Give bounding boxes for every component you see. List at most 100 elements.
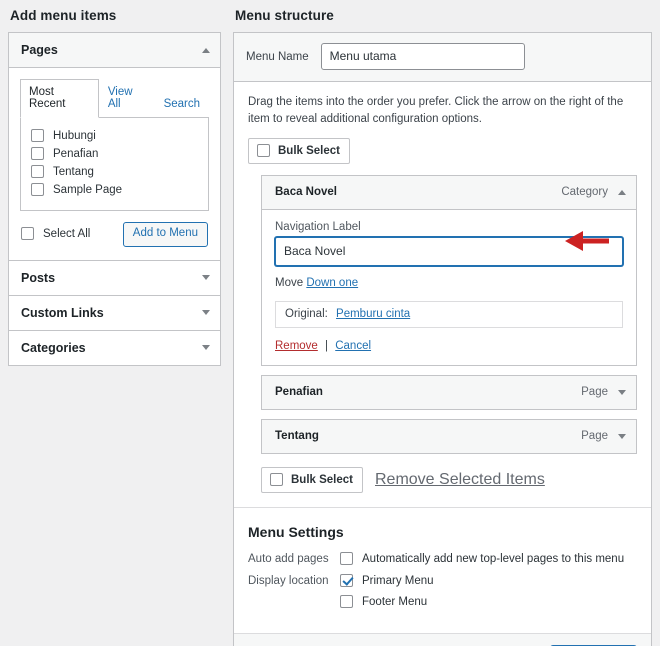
bulk-select-top[interactable]: Bulk Select: [248, 138, 350, 164]
menu-item-actions: Remove | Cancel: [275, 340, 623, 352]
remove-link[interactable]: Remove: [275, 340, 318, 352]
menu-name-row: Menu Name: [234, 33, 651, 82]
list-item[interactable]: Tentang: [31, 163, 198, 181]
page-label-sample-page: Sample Page: [53, 183, 123, 196]
categories-panel[interactable]: Categories: [8, 329, 221, 366]
add-to-menu-button[interactable]: Add to Menu: [122, 222, 208, 247]
menu-item-type: Page: [581, 386, 608, 398]
menu-item-title: Baca Novel: [275, 186, 338, 198]
bulk-actions-bottom: Bulk Select Remove Selected Items: [261, 467, 637, 507]
menu-item-meta: Page: [581, 430, 626, 442]
move-label: Move: [275, 277, 304, 289]
list-item[interactable]: Sample Page: [31, 181, 198, 199]
move-row: Move Down one: [275, 277, 623, 289]
chevron-down-icon[interactable]: [618, 389, 626, 395]
menu-item-header[interactable]: Baca Novel Category: [262, 176, 636, 210]
posts-panel-header[interactable]: Posts: [9, 260, 220, 295]
page-label-hubungi: Hubungi: [53, 129, 96, 142]
actions-separator: |: [325, 340, 329, 352]
wordpress-menus-screen: Add menu items Pages Most Recent View Al…: [0, 0, 660, 646]
custom-links-panel-header[interactable]: Custom Links: [9, 295, 220, 330]
remove-selected-items-link[interactable]: Remove Selected Items: [375, 471, 545, 489]
chevron-up-icon[interactable]: [618, 189, 626, 195]
checkbox-auto-add-pages[interactable]: [340, 552, 353, 565]
cancel-link[interactable]: Cancel: [335, 340, 371, 352]
bulk-select-bottom[interactable]: Bulk Select: [261, 467, 363, 493]
menu-item-title: Tentang: [275, 430, 319, 442]
tab-view-all[interactable]: View All: [99, 79, 155, 117]
posts-panel-title: Posts: [21, 270, 56, 285]
tab-search[interactable]: Search: [155, 91, 209, 118]
menu-item-title: Penafian: [275, 386, 323, 398]
auto-add-pages-options: Automatically add new top-level pages to…: [340, 552, 624, 565]
checkbox-penafian[interactable]: [31, 147, 44, 160]
menu-item-settings: Navigation Label Move Down one Original:…: [262, 210, 636, 365]
list-item[interactable]: Penafian: [31, 145, 198, 163]
menu-name-label: Menu Name: [246, 50, 309, 63]
chevron-down-icon[interactable]: [202, 345, 210, 350]
display-location-row: Display location Primary Menu Footer Men…: [248, 574, 637, 608]
add-menu-items-heading: Add menu items: [10, 8, 117, 23]
menu-item-meta: Category: [561, 186, 626, 198]
menu-name-input[interactable]: [320, 43, 525, 70]
menu-item-header[interactable]: Penafian Page: [262, 376, 636, 409]
posts-panel[interactable]: Posts: [8, 259, 221, 296]
menu-structure-heading: Menu structure: [235, 8, 334, 23]
checkbox-bulk-select-bottom[interactable]: [270, 473, 283, 486]
original-row: Original: Pemburu cinta: [275, 301, 623, 328]
menu-footer: Delete Menu Save Menu: [234, 633, 651, 646]
navigation-label-label: Navigation Label: [275, 221, 361, 233]
display-location-label: Display location: [248, 575, 329, 587]
custom-links-panel[interactable]: Custom Links: [8, 294, 221, 331]
checkbox-footer-menu[interactable]: [340, 595, 353, 608]
select-all-label: Select All: [43, 227, 91, 240]
bulk-select-bottom-label: Bulk Select: [291, 473, 353, 486]
pages-panel-title: Pages: [21, 43, 58, 57]
menu-structure-column: Menu structure Menu Name Drag the items …: [233, 0, 652, 646]
categories-panel-header[interactable]: Categories: [9, 330, 220, 365]
menu-item-header[interactable]: Tentang Page: [262, 420, 636, 453]
auto-add-pages-label: Auto add pages: [248, 553, 329, 565]
menu-item-tentang[interactable]: Tentang Page: [261, 419, 637, 454]
menu-item-penafian[interactable]: Penafian Page: [261, 375, 637, 410]
display-location-options: Primary Menu Footer Menu: [340, 574, 434, 608]
original-target-link[interactable]: Pemburu cinta: [336, 308, 410, 320]
auto-add-option-label: Automatically add new top-level pages to…: [362, 552, 625, 565]
page-label-penafian: Penafian: [53, 147, 99, 160]
page-label-tentang: Tentang: [53, 165, 94, 178]
checkbox-bulk-select-top[interactable]: [257, 144, 270, 157]
auto-add-option-row[interactable]: Automatically add new top-level pages to…: [340, 552, 624, 565]
drag-hint-text: Drag the items into the order you prefer…: [248, 96, 624, 125]
footer-menu-label: Footer Menu: [362, 595, 428, 608]
checkbox-select-all[interactable]: [21, 227, 34, 241]
menu-structure-box: Menu Name Drag the items into the order …: [233, 32, 652, 646]
checkbox-hubungi[interactable]: [31, 129, 44, 142]
navigation-label-input[interactable]: [275, 237, 623, 266]
move-down-one-link[interactable]: Down one: [306, 277, 358, 289]
list-item[interactable]: Hubungi: [31, 127, 198, 145]
pages-panel: Pages Most Recent View All Search Hubung…: [8, 32, 221, 261]
checkbox-tentang[interactable]: [31, 165, 44, 178]
pages-list: Hubungi Penafian Tentang Sample Page: [20, 117, 209, 211]
menu-settings-section: Menu Settings Auto add pages Automatical…: [234, 507, 651, 633]
original-label: Original:: [285, 308, 328, 320]
pages-panel-header[interactable]: Pages: [9, 33, 220, 68]
chevron-up-icon[interactable]: [202, 47, 210, 53]
menu-structure-body: Drag the items into the order you prefer…: [234, 82, 651, 507]
chevron-down-icon[interactable]: [618, 433, 626, 439]
checkbox-primary-menu[interactable]: [340, 574, 353, 587]
menu-item-type: Page: [581, 430, 608, 442]
select-all-row[interactable]: Select All: [21, 225, 90, 243]
auto-add-pages-row: Auto add pages Automatically add new top…: [248, 552, 637, 565]
chevron-down-icon[interactable]: [202, 310, 210, 315]
location-option-row[interactable]: Footer Menu: [340, 595, 434, 608]
pages-actions: Select All Add to Menu: [20, 211, 209, 248]
tab-most-recent[interactable]: Most Recent: [20, 79, 99, 118]
pages-tabs: Most Recent View All Search: [20, 79, 209, 118]
chevron-down-icon[interactable]: [202, 275, 210, 280]
checkbox-sample-page[interactable]: [31, 183, 44, 196]
add-menu-items-column: Add menu items Pages Most Recent View Al…: [8, 0, 221, 366]
menu-items-list: Baca Novel Category Navigation Label Mov…: [261, 175, 637, 454]
menu-item-baca-novel[interactable]: Baca Novel Category Navigation Label Mov…: [261, 175, 637, 366]
location-option-row[interactable]: Primary Menu: [340, 574, 434, 595]
